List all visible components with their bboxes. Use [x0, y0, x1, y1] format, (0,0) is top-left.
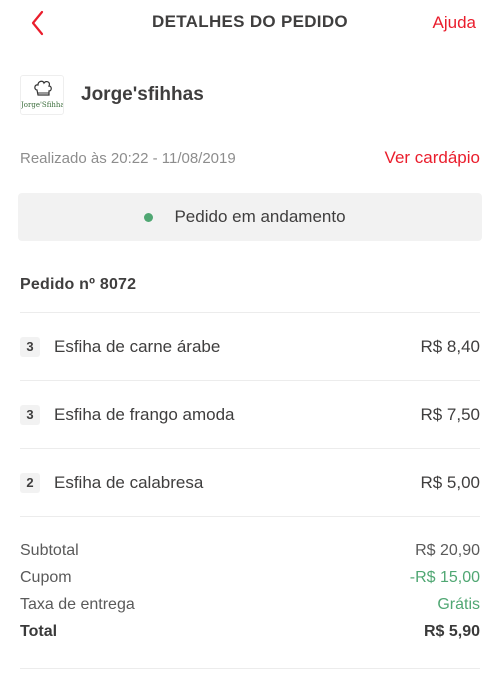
coupon-value: -R$ 15,00: [409, 569, 480, 586]
item-price: R$ 5,00: [420, 473, 480, 492]
delivery-fee-label: Taxa de entrega: [20, 596, 135, 613]
total-value: R$ 5,90: [423, 623, 480, 640]
store-header[interactable]: Jorge'Sfihhas Jorge'sfihhas: [20, 74, 204, 116]
order-summary: Subtotal R$ 20,90 Cupom -R$ 15,00 Taxa d…: [20, 516, 480, 650]
order-item: 3 Esfiha de carne árabe R$ 8,40: [20, 312, 480, 380]
store-logo-text: Jorge'Sfihhas: [21, 101, 64, 109]
divider: [20, 668, 480, 669]
total-row: Total R$ 5,90: [20, 623, 480, 650]
item-price: R$ 7,50: [420, 405, 480, 424]
total-label: Total: [20, 623, 58, 640]
order-number: Pedido nº 8072: [20, 276, 137, 293]
delivery-fee-value: Grátis: [437, 596, 480, 613]
order-status-text: Pedido em andamento: [174, 207, 346, 226]
item-name: Esfiha de carne árabe: [54, 337, 221, 356]
order-item: 2 Esfiha de calabresa R$ 5,00: [20, 448, 480, 516]
store-name[interactable]: Jorge'sfihhas: [81, 84, 204, 106]
help-link[interactable]: Ajuda: [433, 13, 476, 33]
order-item: 3 Esfiha de frango amoda R$ 7,50: [20, 380, 480, 448]
status-dot-icon: [144, 212, 154, 222]
coupon-label: Cupom: [20, 569, 72, 586]
item-quantity-badge: 2: [20, 473, 40, 493]
order-items-list: 3 Esfiha de carne árabe R$ 8,40 3 Esfiha…: [20, 312, 480, 516]
coupon-row: Cupom -R$ 15,00: [20, 569, 480, 596]
subtotal-value: R$ 20,90: [415, 542, 480, 559]
store-logo: Jorge'Sfihhas: [20, 75, 64, 115]
view-menu-link[interactable]: Ver cardápio: [385, 148, 480, 168]
order-status-banner: Pedido em andamento: [18, 193, 482, 241]
page-title: DETALHES DO PEDIDO: [152, 12, 348, 31]
item-quantity-badge: 3: [20, 337, 40, 357]
top-bar: DETALHES DO PEDIDO Ajuda: [0, 0, 500, 46]
item-quantity-badge: 3: [20, 405, 40, 425]
item-price: R$ 8,40: [420, 337, 480, 356]
order-timestamp: Realizado às 20:22 - 11/08/2019: [20, 150, 236, 167]
delivery-fee-row: Taxa de entrega Grátis: [20, 596, 480, 623]
subtotal-label: Subtotal: [20, 542, 79, 559]
chef-hat-icon: [34, 80, 52, 96]
item-name: Esfiha de calabresa: [54, 473, 204, 492]
order-meta: Realizado às 20:22 - 11/08/2019 Ver card…: [20, 148, 480, 170]
subtotal-row: Subtotal R$ 20,90: [20, 542, 480, 569]
item-name: Esfiha de frango amoda: [54, 405, 235, 424]
